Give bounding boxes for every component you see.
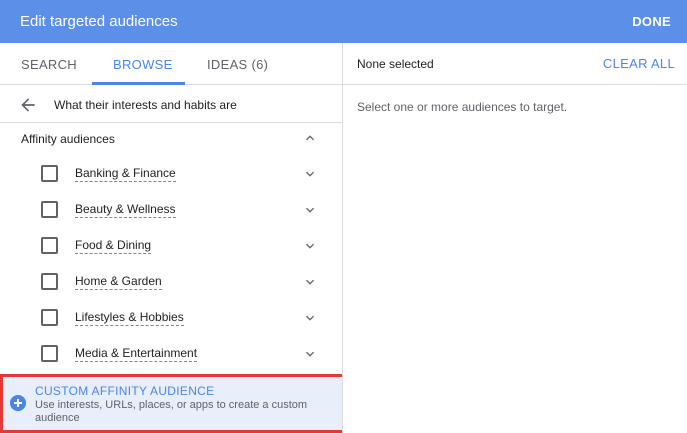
- list-item: Home & Garden: [0, 265, 334, 301]
- tab-bar: SEARCH BROWSE IDEAS (6): [0, 43, 342, 85]
- done-button[interactable]: DONE: [632, 14, 671, 29]
- selection-status: None selected: [357, 57, 434, 71]
- custom-affinity-description: Use interests, URLs, places, or apps to …: [35, 399, 308, 424]
- active-tab-indicator: [92, 82, 185, 85]
- list-item-label[interactable]: Food & Dining: [75, 239, 152, 254]
- tab-browse[interactable]: BROWSE: [113, 57, 173, 72]
- list-item-label[interactable]: Home & Garden: [75, 275, 162, 290]
- dialog-header: Edit targeted audiences DONE: [0, 0, 687, 43]
- list-item: Media & Entertainment: [0, 337, 334, 373]
- scrollbar[interactable]: [334, 124, 342, 375]
- chevron-down-icon[interactable]: [302, 274, 318, 290]
- list-item: Food & Dining: [0, 229, 334, 265]
- checkbox[interactable]: [41, 201, 58, 218]
- checkbox[interactable]: [41, 309, 58, 326]
- section-title: Affinity audiences: [21, 132, 115, 146]
- checkbox[interactable]: [41, 273, 58, 290]
- chevron-down-icon[interactable]: [302, 202, 318, 218]
- checkbox[interactable]: [41, 165, 58, 182]
- breadcrumb: What their interests and habits are: [0, 86, 342, 123]
- tab-search[interactable]: SEARCH: [21, 57, 77, 72]
- custom-affinity-audience-button[interactable]: CUSTOM AFFINITY AUDIENCE Use interests, …: [0, 374, 342, 433]
- left-pane: SEARCH BROWSE IDEAS (6) What their inter…: [0, 43, 343, 433]
- list-item-label[interactable]: Lifestyles & Hobbies: [75, 311, 184, 326]
- arrow-back-icon[interactable]: [18, 95, 38, 115]
- list-item: Lifestyles & Hobbies: [0, 301, 334, 337]
- list-item: Beauty & Wellness: [0, 193, 334, 229]
- chevron-down-icon[interactable]: [302, 310, 318, 326]
- list-item-label[interactable]: Media & Entertainment: [75, 347, 198, 362]
- right-pane: None selected CLEAR ALL Select one or mo…: [343, 43, 687, 433]
- custom-affinity-title: CUSTOM AFFINITY AUDIENCE: [35, 384, 215, 398]
- list-item: Banking & Finance: [0, 157, 334, 193]
- plus-circle-icon: [10, 395, 26, 411]
- selection-header: None selected CLEAR ALL: [343, 43, 687, 85]
- tab-ideas-label: IDEAS: [207, 57, 248, 72]
- chevron-up-icon[interactable]: [302, 130, 318, 146]
- list-item-label[interactable]: Banking & Finance: [75, 167, 176, 182]
- breadcrumb-text: What their interests and habits are: [54, 98, 237, 112]
- clear-all-button[interactable]: CLEAR ALL: [603, 56, 675, 71]
- chevron-down-icon[interactable]: [302, 346, 318, 362]
- tab-ideas[interactable]: IDEAS (6): [207, 57, 268, 72]
- tab-ideas-count: (6): [251, 57, 269, 72]
- checkbox[interactable]: [41, 345, 58, 362]
- chevron-down-icon[interactable]: [302, 238, 318, 254]
- chevron-down-icon[interactable]: [302, 166, 318, 182]
- list-item-label[interactable]: Beauty & Wellness: [75, 203, 176, 218]
- dialog-title: Edit targeted audiences: [20, 13, 178, 30]
- empty-selection-hint: Select one or more audiences to target.: [357, 100, 568, 114]
- checkbox[interactable]: [41, 237, 58, 254]
- audience-list: Affinity audiences Banking & Finance Beau…: [0, 124, 342, 375]
